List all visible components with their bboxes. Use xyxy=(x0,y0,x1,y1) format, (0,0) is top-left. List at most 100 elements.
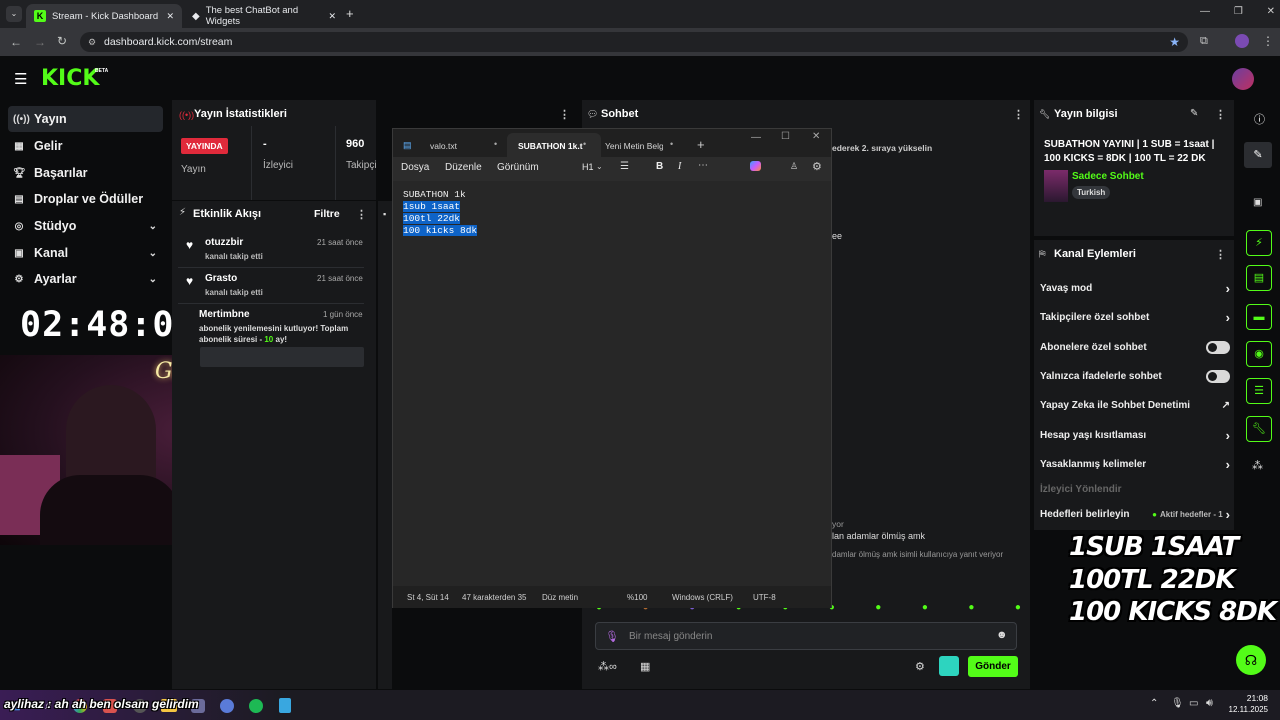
status-encoding[interactable]: UTF-8 xyxy=(753,593,776,602)
browser-tab-chatbot[interactable]: ◆ The best ChatBot and Widgets ✕ xyxy=(184,4,344,28)
clock-time[interactable]: 21:08 xyxy=(1230,693,1268,703)
emote-icon[interactable]: ● xyxy=(922,602,928,616)
new-tab-icon[interactable]: + xyxy=(346,6,354,21)
sidebar-item-yayin[interactable]: ((•)) Yayın xyxy=(8,106,163,132)
notepad-tab-subathon[interactable]: SUBATHON 1k.t xyxy=(518,141,583,151)
browser-menu-icon[interactable]: ⋮ xyxy=(1262,34,1274,48)
emote-icon[interactable]: ● xyxy=(968,602,974,616)
action-ai-moderation[interactable]: Yapay Zeka ile Sohbet Denetimi ↗ xyxy=(1040,394,1230,416)
action-banned-words[interactable]: Yasaklanmış kelimeler › xyxy=(1040,453,1230,475)
sidebar-item-gelir[interactable]: ▦ Gelir xyxy=(8,133,163,159)
extensions-icon[interactable]: ⧉ xyxy=(1200,35,1208,48)
edit-pencil-icon[interactable]: ✎ xyxy=(1190,108,1198,119)
activity-more-icon[interactable]: ⋮ xyxy=(356,208,367,221)
emote-icon[interactable]: ● xyxy=(875,602,881,616)
chat-input[interactable]: 🎙︎ Bir mesaj gönderin ☻ xyxy=(595,622,1017,650)
clock-date[interactable]: 12.11.2025 xyxy=(1226,705,1268,714)
category-link[interactable]: Sadece Sohbet xyxy=(1072,171,1144,182)
chat-rail-icon[interactable]: ▬ xyxy=(1246,304,1272,330)
network-icon[interactable]: ▭ xyxy=(1189,698,1198,709)
more-options-icon[interactable]: ⋯ xyxy=(698,160,708,171)
support-headset-icon[interactable]: ☊ xyxy=(1236,645,1266,675)
chat-settings-icon[interactable]: ⚙ xyxy=(915,660,925,673)
chevron-up-icon[interactable]: ⌃ xyxy=(1150,698,1158,709)
maximize-icon[interactable]: ☐ xyxy=(781,131,790,142)
store-icon[interactable]: ▦ xyxy=(640,660,650,673)
edit-icon[interactable]: ✎ xyxy=(1244,142,1272,168)
reload-icon[interactable]: ↻ xyxy=(57,34,67,48)
status-line-ending[interactable]: Windows (CRLF) xyxy=(672,593,733,602)
kick-points-icon[interactable]: ⁂∞ xyxy=(598,660,617,673)
close-tab-icon[interactable]: ✕ xyxy=(328,11,336,22)
notepad-line-selected[interactable]: 1sub 1saat xyxy=(403,201,461,212)
chat-more-icon[interactable]: ⋮ xyxy=(1013,108,1024,121)
sidebar-item-studyo[interactable]: ◎ Stüdyo ⌄ xyxy=(8,213,163,239)
menu-file[interactable]: Dosya xyxy=(401,162,429,173)
sidebar-item-ayarlar[interactable]: ⚙ Ayarlar ⌄ xyxy=(8,266,163,292)
spotify-icon[interactable] xyxy=(249,699,263,713)
status-zoom[interactable]: %100 xyxy=(627,593,647,602)
emote-only-toggle[interactable] xyxy=(1206,369,1230,383)
minimize-icon[interactable]: — xyxy=(751,132,761,143)
menu-view[interactable]: Görünüm xyxy=(497,162,539,173)
notepad-tab-valo[interactable]: valo.txt xyxy=(430,141,457,151)
actions-rail-icon[interactable]: ☰ xyxy=(1246,378,1272,404)
volume-icon[interactable]: 🔊︎ xyxy=(1206,697,1213,710)
kick-logo[interactable]: KICK xyxy=(41,66,99,91)
hamburger-menu-icon[interactable]: ☰ xyxy=(14,70,27,88)
discord-icon[interactable] xyxy=(220,699,234,713)
feed-reply-box[interactable] xyxy=(200,347,364,367)
account-icon[interactable]: ♙ xyxy=(790,161,798,172)
document-rail-icon[interactable]: ▤ xyxy=(1246,265,1272,291)
menu-edit[interactable]: Düzenle xyxy=(445,162,482,173)
bolt-rail-icon[interactable]: ⚡︎ xyxy=(1246,230,1272,256)
stream-info-more-icon[interactable]: ⋮ xyxy=(1215,108,1226,121)
profile-avatar[interactable] xyxy=(1235,34,1249,48)
kick-points-rail-icon[interactable]: ⁂ xyxy=(1252,459,1263,472)
category-thumbnail[interactable] xyxy=(1044,170,1068,202)
minimize-icon[interactable]: — xyxy=(1200,6,1210,17)
microphone-tray-icon[interactable]: 🎙︎ xyxy=(1171,698,1184,709)
feed-user[interactable]: Grasto xyxy=(205,273,237,284)
forward-icon[interactable]: → xyxy=(34,35,46,49)
emoji-icon[interactable]: ☻ xyxy=(996,629,1008,641)
maximize-icon[interactable]: ❐ xyxy=(1234,6,1243,17)
screen-icon[interactable]: ▣ xyxy=(1253,197,1262,208)
feed-user[interactable]: Mertimbne xyxy=(199,309,250,320)
italic-icon[interactable]: I xyxy=(678,161,681,172)
new-tab-icon[interactable]: + xyxy=(697,137,705,152)
live-rail-icon[interactable]: ◉ xyxy=(1246,341,1272,367)
user-avatar[interactable] xyxy=(1232,68,1254,90)
sidebar-item-droplar[interactable]: ▤ Droplar ve Ödüller xyxy=(8,186,163,212)
wrench-rail-icon[interactable]: 🔧︎ xyxy=(1246,416,1272,442)
back-icon[interactable]: ← xyxy=(10,35,22,49)
notepad-settings-icon[interactable]: ⚙ xyxy=(812,160,822,173)
bookmark-star-icon[interactable]: ★ xyxy=(1169,32,1180,52)
notepad-tab-new[interactable]: Yeni Metin Belge xyxy=(605,141,663,151)
activity-filter-button[interactable]: Filtre xyxy=(314,208,340,220)
action-slow-mode[interactable]: Yavaş mod › xyxy=(1040,277,1230,299)
tab-search-icon[interactable]: ⌄ xyxy=(6,6,22,22)
info-icon[interactable]: ⓘ xyxy=(1254,111,1265,127)
action-set-goals[interactable]: Hedefleri belirleyin ● Aktif hedefler - 1… xyxy=(1040,503,1230,525)
close-window-icon[interactable]: ✕ xyxy=(1267,6,1275,17)
list-icon[interactable]: ☰ xyxy=(620,161,629,172)
copilot-icon[interactable] xyxy=(750,161,761,171)
sidebar-item-kanal[interactable]: ▣ Kanal ⌄ xyxy=(8,240,163,266)
channel-actions-more-icon[interactable]: ⋮ xyxy=(1215,248,1226,261)
emote-icon[interactable]: ● xyxy=(1015,602,1021,616)
url-field[interactable]: ⚙ dashboard.kick.com/stream ★ xyxy=(80,32,1188,52)
microphone-icon[interactable]: 🎙︎ xyxy=(605,630,619,643)
site-info-icon[interactable]: ⚙ xyxy=(88,32,96,52)
browser-tab-kick[interactable]: K Stream - Kick Dashboard ✕ xyxy=(26,4,182,28)
bot-icon[interactable] xyxy=(939,656,959,676)
notepad-line-selected[interactable]: 100tl 22dk xyxy=(403,213,461,224)
close-tab-icon[interactable]: ✕ xyxy=(166,11,174,22)
send-button[interactable]: Gönder xyxy=(968,656,1018,677)
action-account-age[interactable]: Hesap yaşı kısıtlaması › xyxy=(1040,424,1230,446)
heading-dropdown[interactable]: H1 xyxy=(582,162,594,172)
notepad-line-selected[interactable]: 100 kicks 8dk xyxy=(403,225,478,236)
bold-icon[interactable]: B xyxy=(656,161,663,172)
feed-user[interactable]: otuzzbir xyxy=(205,237,243,248)
subscribers-only-toggle[interactable] xyxy=(1206,340,1230,354)
